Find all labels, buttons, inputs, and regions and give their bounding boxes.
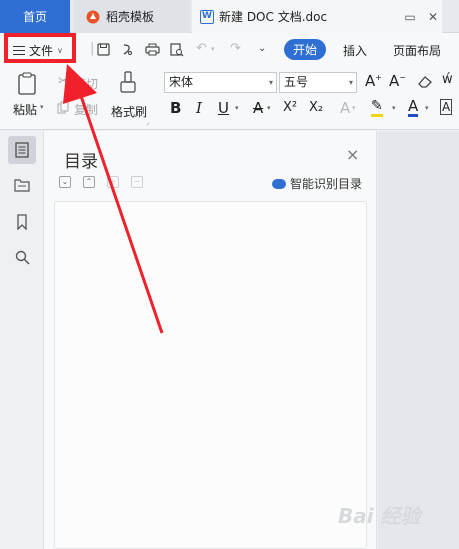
tab-start-label: 开始 bbox=[292, 43, 317, 57]
copy-label[interactable]: 复制 bbox=[74, 101, 98, 118]
format-painter-label[interactable]: 格式刷 bbox=[111, 103, 147, 120]
docer-logo-icon bbox=[86, 10, 100, 23]
paste-icon[interactable] bbox=[17, 72, 37, 96]
cut-label[interactable]: 剪切 bbox=[74, 75, 98, 92]
chapter-nav-button[interactable] bbox=[8, 171, 36, 199]
paste-dropdown-icon[interactable]: ▾ bbox=[40, 103, 44, 111]
redo-icon[interactable]: ↷ bbox=[230, 41, 241, 56]
tab-document[interactable]: W 新建 DOC 文档.doc ▭ ✕ bbox=[192, 0, 442, 33]
smart-detect-toc-button[interactable]: 智能识别目录 bbox=[272, 175, 362, 192]
eye-icon bbox=[272, 178, 286, 189]
separator: | bbox=[90, 41, 95, 56]
tab-close-icon[interactable]: ✕ bbox=[424, 10, 442, 24]
strikethrough-icon[interactable]: A bbox=[253, 99, 263, 117]
search-icon bbox=[15, 250, 30, 265]
tab-insert[interactable]: 插入 bbox=[343, 42, 367, 59]
font-name-value: 宋体 bbox=[169, 75, 194, 89]
bold-button[interactable]: B bbox=[170, 99, 181, 117]
bookmark-nav-button[interactable] bbox=[8, 208, 36, 236]
chevron-down-icon: ▾ bbox=[268, 78, 273, 87]
grow-font-icon[interactable]: A+ bbox=[365, 72, 382, 90]
window-restore-icon[interactable]: ▭ bbox=[401, 10, 419, 24]
watermark: Bai 经验 bbox=[338, 504, 421, 528]
tab-template[interactable]: 稻壳模板 bbox=[74, 0, 190, 33]
paste-label[interactable]: 粘贴 bbox=[13, 101, 37, 118]
toc-nav-button[interactable] bbox=[8, 136, 36, 164]
document-outline-icon bbox=[15, 142, 29, 158]
clear-format-icon[interactable] bbox=[417, 75, 433, 89]
toc-list-area bbox=[54, 201, 367, 549]
tab-home[interactable]: 首页 bbox=[0, 0, 70, 33]
export-pdf-icon[interactable] bbox=[121, 43, 134, 56]
undo-dropdown-icon[interactable]: ▾ bbox=[211, 45, 215, 53]
scissors-icon[interactable]: ✂ bbox=[58, 74, 69, 89]
smart-detect-label: 智能识别目录 bbox=[290, 177, 363, 191]
tab-document-label: 新建 DOC 文档.doc bbox=[219, 10, 328, 24]
tab-template-label: 稻壳模板 bbox=[106, 10, 155, 24]
superscript-button[interactable]: X² bbox=[283, 100, 297, 115]
word-doc-icon: W bbox=[200, 9, 214, 24]
text-effect-dropdown-icon[interactable]: ▾ bbox=[352, 104, 356, 112]
tab-start[interactable]: 开始 bbox=[284, 39, 326, 60]
navigation-rail bbox=[0, 131, 44, 549]
font-size-value: 五号 bbox=[284, 75, 309, 89]
font-color-dropdown-icon[interactable]: ▾ bbox=[425, 104, 429, 112]
demote-level-icon: − bbox=[131, 176, 143, 188]
close-icon[interactable]: × bbox=[346, 145, 359, 164]
underline-dropdown-icon[interactable]: ▾ bbox=[235, 104, 239, 112]
highlight-dropdown-icon[interactable]: ▾ bbox=[392, 104, 396, 112]
shrink-font-icon[interactable]: A− bbox=[389, 72, 406, 90]
toc-panel-title: 目录 bbox=[64, 152, 98, 172]
underline-button[interactable]: U bbox=[218, 99, 229, 117]
italic-button[interactable]: I bbox=[196, 99, 202, 117]
ribbon-toolbar: 粘贴 ▾ ✂ 剪切 复制 格式刷 ⌟ 宋体 ▾ 五号 ▾ A+ A− ẃ B I… bbox=[0, 66, 459, 130]
search-nav-button[interactable] bbox=[8, 243, 36, 271]
collapse-all-icon[interactable]: ⌃ bbox=[83, 176, 95, 188]
text-effect-icon[interactable]: A bbox=[340, 99, 350, 117]
document-canvas[interactable] bbox=[378, 131, 459, 549]
customize-toolbar-icon[interactable]: ⌄ bbox=[258, 43, 266, 54]
font-size-select[interactable]: 五号 ▾ bbox=[279, 72, 357, 93]
print-icon[interactable] bbox=[145, 43, 160, 56]
expand-all-icon[interactable]: ⌄ bbox=[59, 176, 71, 188]
subscript-button[interactable]: X₂ bbox=[309, 100, 323, 115]
tab-page-layout[interactable]: 页面布局 bbox=[393, 42, 441, 59]
copy-icon[interactable] bbox=[57, 101, 69, 114]
font-name-select[interactable]: 宋体 ▾ bbox=[164, 72, 277, 93]
tab-home-label: 首页 bbox=[22, 10, 47, 24]
toc-panel: 目录 × ⌄ ⌃ + − 智能识别目录 bbox=[44, 131, 377, 549]
strikethrough-dropdown-icon[interactable]: ▾ bbox=[267, 104, 271, 112]
tab-bar: 首页 稻壳模板 W 新建 DOC 文档.doc ▭ ✕ bbox=[0, 0, 459, 33]
clipboard-group-launcher-icon[interactable]: ⌟ bbox=[146, 118, 149, 126]
highlight-pen-icon[interactable]: ✎ bbox=[371, 99, 383, 117]
menu-bar: 文件 ∨ | ↶ ▾ ↷ ⌄ 开始 插入 页面布局 bbox=[0, 33, 459, 66]
chevron-down-icon: ▾ bbox=[348, 78, 353, 87]
format-painter-icon[interactable] bbox=[119, 71, 137, 95]
promote-level-icon: + bbox=[107, 176, 119, 188]
file-menu-highlight-box bbox=[4, 33, 76, 63]
bookmark-icon bbox=[17, 214, 27, 230]
save-icon[interactable] bbox=[97, 43, 110, 56]
undo-icon[interactable]: ↶ bbox=[196, 41, 207, 56]
print-preview-icon[interactable] bbox=[170, 43, 184, 57]
font-color-icon[interactable]: A bbox=[408, 99, 419, 117]
char-border-icon[interactable]: A bbox=[440, 99, 453, 115]
phonetic-guide-icon[interactable]: ẃ bbox=[442, 72, 453, 87]
folder-tree-icon bbox=[14, 178, 30, 192]
